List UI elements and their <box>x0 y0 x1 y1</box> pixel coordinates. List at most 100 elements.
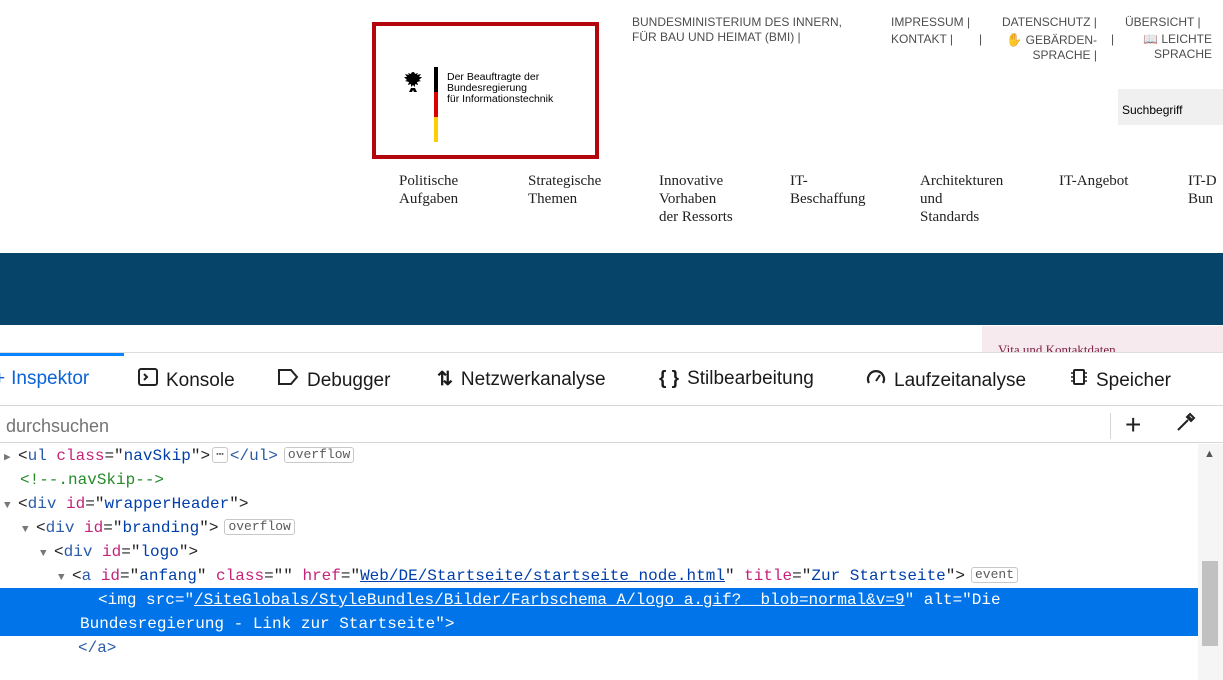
devtools-toolbar: + Inspektor Konsole Debugger ⇅ Netzwerkana… <box>0 352 1223 406</box>
tab-label: Speicher <box>1096 370 1171 391</box>
tab-konsole[interactable]: Konsole <box>138 368 235 392</box>
tree-node-img-selected[interactable]: <img src="/SiteGlobals/StyleBundles/Bild… <box>0 588 1198 636</box>
tab-label: Stilbearbeitung <box>687 368 814 389</box>
expand-arrow-icon[interactable]: ▶ <box>4 446 18 470</box>
tree-node-comment[interactable]: <!--.navSkip--> <box>20 468 1218 492</box>
nav-label: Aufgaben <box>399 191 459 207</box>
gebaerdensprache-link[interactable]: ✋ GEBÄRDEN- SPRACHE | <box>991 32 1097 63</box>
nav-label: Vorhaben <box>659 191 717 207</box>
collapse-arrow-icon[interactable]: ▼ <box>4 494 18 518</box>
nav-label: Standards <box>920 209 980 225</box>
nav-label: IT- <box>790 173 808 189</box>
site-logo-link[interactable]: Der Beauftragte der Bundesregierung für … <box>372 22 599 159</box>
attr-value: branding <box>122 519 200 537</box>
add-node-icon[interactable]: + <box>1125 409 1141 441</box>
tree-node-navskip[interactable]: ▶ <ul class="navSkip"> ⋯ </ul> overflow <box>4 444 1202 468</box>
vita-link[interactable]: Vita und Kontaktdaten <box>982 326 1223 352</box>
nav-label: der Ressorts <box>659 209 733 225</box>
nav-label: Beschaffung <box>790 191 866 207</box>
collapsed-content-icon[interactable]: ⋯ <box>212 447 228 463</box>
attr-name: id <box>66 495 86 513</box>
attr-name: id <box>102 543 122 561</box>
network-icon: ⇅ <box>437 369 453 390</box>
german-flag-stripe <box>434 67 438 142</box>
nav-item-innovative-vorhaben[interactable]: Innovative Vorhaben der Ressorts <box>659 172 733 226</box>
header-banner <box>0 253 1223 325</box>
tree-node-anchor[interactable]: ▼ <a id="anfang" class="" href="Web/DE/St… <box>58 564 1223 588</box>
tab-debugger[interactable]: Debugger <box>277 368 390 392</box>
overflow-badge[interactable]: overflow <box>224 519 295 535</box>
nav-item-it-dienstleister[interactable]: IT-D Bun <box>1188 172 1217 208</box>
attr-value: Zur Startseite <box>811 567 946 585</box>
uebersicht-link[interactable]: ÜBERSICHT | <box>1125 15 1201 30</box>
href-link[interactable]: Web/DE/Startseite/startseite_node.html <box>360 567 725 585</box>
federal-eagle-icon <box>401 70 425 94</box>
scroll-up-arrow-icon[interactable]: ▲ <box>1204 448 1215 460</box>
tab-laufzeitanalyse[interactable]: Laufzeitanalyse <box>866 368 1026 392</box>
hand-sign-icon: ✋ <box>1006 32 1023 47</box>
logo-text-line: für Informationstechnik <box>447 93 554 105</box>
attr-value: anfang <box>139 567 197 585</box>
attr-value: Bundesregierung - Link zur Startseite <box>80 615 436 633</box>
style-editor-icon: { } <box>659 368 680 389</box>
color-picker-icon[interactable] <box>1175 411 1197 439</box>
collapse-arrow-icon[interactable]: ▼ <box>58 566 72 590</box>
tree-node-branding[interactable]: ▼ <div id="branding"> overflow <box>22 516 1220 540</box>
markup-tree: ▶ <ul class="navSkip"> ⋯ </ul> overflow <!--… <box>0 444 1198 680</box>
leichte-sprache-link[interactable]: 📖 LEICHTE SPRACHE <box>1120 32 1212 62</box>
tab-stilbearbeitung[interactable]: { } Stilbearbeitung <box>659 368 814 390</box>
nav-item-politische-aufgaben[interactable]: Politische Aufgaben <box>399 172 458 208</box>
scrollbar-thumb[interactable] <box>1202 561 1218 646</box>
collapse-arrow-icon[interactable]: ▼ <box>22 518 36 542</box>
memory-icon <box>1070 368 1088 392</box>
tag-name: div <box>63 543 93 561</box>
attr-name: id <box>100 567 121 585</box>
attr-value: Die <box>971 591 1001 609</box>
leichte-line2: SPRACHE <box>1153 47 1212 61</box>
nav-label: Innovative <box>659 173 724 189</box>
overflow-badge[interactable]: overflow <box>283 447 355 463</box>
nav-label: Bun <box>1188 191 1214 207</box>
event-badge[interactable]: event <box>970 567 1018 583</box>
collapse-arrow-icon[interactable]: ▼ <box>40 542 54 566</box>
attr-name: class <box>216 567 265 585</box>
closing-tag: </a> <box>78 639 117 657</box>
tag-name: ul <box>27 447 47 465</box>
nav-item-it-beschaffung[interactable]: IT- Beschaffung <box>790 172 866 208</box>
active-tab-indicator <box>0 353 124 356</box>
nav-label: IT-Angebot <box>1059 173 1129 189</box>
bmi-link[interactable]: BUNDESMINISTERIUM DES INNERN, FÜR BAU UN… <box>632 15 842 45</box>
impressum-link[interactable]: IMPRESSUM | <box>891 15 970 30</box>
tree-node-close-a[interactable]: </a> <box>78 636 1223 660</box>
nav-item-strategische-themen[interactable]: Strategische Themen <box>528 172 601 208</box>
nav-item-it-angebot[interactable]: IT-Angebot <box>1059 172 1128 190</box>
tag-name: div <box>45 519 75 537</box>
tab-inspektor[interactable]: + Inspektor <box>0 368 89 390</box>
performance-icon <box>866 368 886 392</box>
html-comment: <!--.navSkip--> <box>20 471 165 489</box>
markup-scrollbar[interactable]: ▲ <box>1198 444 1223 680</box>
inspector-search-bar: durchsuchen + <box>0 407 1223 443</box>
attr-name: alt <box>923 591 953 609</box>
tree-node-logo[interactable]: ▼ <div id="logo"> <box>40 540 1223 564</box>
html-search-input[interactable]: durchsuchen <box>6 416 109 437</box>
site-search-placeholder: Suchbegriff <box>1122 103 1183 117</box>
gebaerden-line1: GEBÄRDEN- <box>1025 33 1097 47</box>
datenschutz-link[interactable]: DATENSCHUTZ | <box>1002 15 1097 30</box>
bmi-link-line1: BUNDESMINISTERIUM DES INNERN, <box>632 15 843 29</box>
closing-tag: </ul> <box>229 447 278 465</box>
tab-label: Netzwerkanalyse <box>460 369 606 390</box>
src-link[interactable]: /SiteGlobals/StyleBundles/Bilder/Farbsch… <box>194 591 905 609</box>
tree-node-wrapperheader[interactable]: ▼ <div id="wrapperHeader"> <box>4 492 1202 516</box>
nav-item-architekturen[interactable]: Architekturen und Standards <box>920 172 1003 226</box>
attr-name: class <box>56 447 105 465</box>
kontakt-link[interactable]: KONTAKT | <box>891 32 953 47</box>
attr-value: navSkip <box>123 447 191 465</box>
nav-label: Themen <box>528 191 578 207</box>
tab-label: Laufzeitanalyse <box>894 370 1027 391</box>
tab-speicher[interactable]: Speicher <box>1070 368 1171 392</box>
website-viewport: Der Beauftragte der Bundesregierung für … <box>0 0 1223 352</box>
bmi-link-line2: FÜR BAU UND HEIMAT (BMI) | <box>632 30 801 44</box>
tab-netzwerkanalyse[interactable]: ⇅ Netzwerkanalyse <box>437 368 606 391</box>
gebaerden-line2: SPRACHE | <box>1032 48 1097 62</box>
